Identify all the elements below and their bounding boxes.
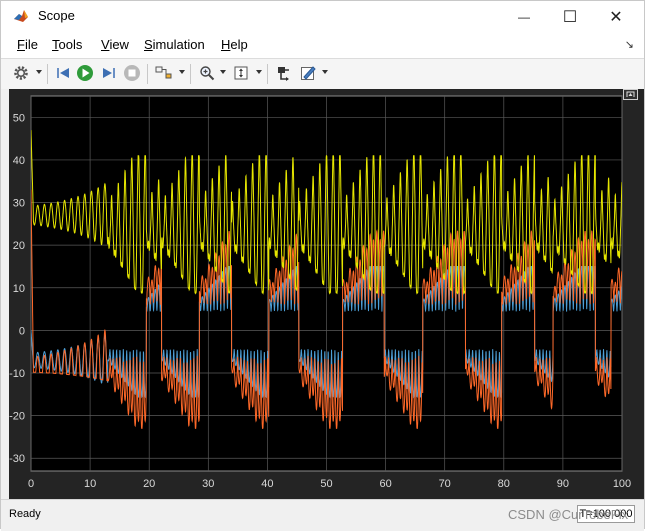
signal-select-icon — [155, 66, 172, 79]
menu-help[interactable]: Help — [221, 37, 248, 52]
x-tick-label: 50 — [320, 478, 332, 490]
scope-plot[interactable]: 0 10 20 30 40 50 60 70 80 90 100 -30 -20 -10 0 10 20 30 40… — [1, 89, 644, 499]
x-tick-label: 60 — [379, 478, 391, 490]
maximize-button[interactable]: ☐ — [547, 1, 593, 32]
menu-view[interactable]: View — [101, 37, 129, 52]
x-tick-label: 40 — [261, 478, 273, 490]
menu-tools[interactable]: Tools — [52, 37, 82, 52]
y-tick-label: -10 — [9, 368, 25, 380]
step-back-button[interactable] — [53, 63, 73, 83]
stop-icon — [124, 65, 140, 81]
menu-bar: File Tools View Simulation Help ↘ — [1, 32, 644, 58]
autoscale-dropdown-icon[interactable] — [256, 70, 262, 74]
signal-select-dropdown-icon[interactable] — [179, 70, 185, 74]
x-tick-label: 0 — [28, 478, 34, 490]
matlab-scope-icon — [14, 10, 28, 22]
close-button[interactable]: ✕ — [593, 1, 639, 32]
autoscale-button[interactable] — [231, 63, 251, 83]
y-tick-label: 20 — [13, 240, 25, 252]
toolbar-separator — [47, 64, 48, 84]
undock-plot-button[interactable] — [623, 89, 638, 100]
zoom-dropdown-icon[interactable] — [220, 70, 226, 74]
highlight-icon — [278, 67, 289, 81]
zoom-button[interactable] — [197, 63, 217, 83]
style-button[interactable] — [298, 63, 318, 83]
minimize-button[interactable]: — — [501, 1, 547, 32]
title-bar[interactable]: Scope — ☐ ✕ — [1, 1, 644, 32]
x-tick-label: 70 — [439, 478, 451, 490]
y-tick-label: 40 — [13, 155, 25, 167]
style-icon — [301, 66, 316, 80]
y-tick-label: -30 — [9, 453, 25, 465]
run-button[interactable] — [75, 63, 95, 83]
run-icon — [77, 65, 93, 81]
step-forward-button[interactable] — [99, 63, 119, 83]
y-tick-label: 0 — [19, 325, 25, 337]
settings-button[interactable] — [11, 63, 31, 83]
dock-arrow-icon[interactable]: ↘ — [625, 38, 634, 51]
x-tick-label: 80 — [498, 478, 510, 490]
x-tick-label: 20 — [143, 478, 155, 490]
y-tick-label: 30 — [13, 198, 25, 210]
style-dropdown-icon[interactable] — [322, 70, 328, 74]
x-tick-label: 100 — [613, 478, 631, 490]
y-tick-label: 50 — [13, 112, 25, 124]
step-forward-icon — [103, 68, 115, 78]
window-title: Scope — [38, 8, 75, 23]
toolbar — [1, 58, 644, 90]
y-tick-label: -20 — [9, 411, 25, 423]
x-tick-label: 10 — [84, 478, 96, 490]
menu-simulation[interactable]: Simulation — [144, 37, 205, 52]
scope-window: Scope — ☐ ✕ File Tools View Simulation H… — [0, 0, 645, 531]
watermark: CSDN @CurTobeFix — [508, 507, 629, 522]
toolbar-separator — [267, 64, 268, 84]
autoscale-icon — [234, 66, 248, 80]
step-back-icon — [57, 68, 69, 78]
x-tick-label: 30 — [202, 478, 214, 490]
minimize-icon: — — [518, 9, 530, 24]
toolbar-separator — [147, 64, 148, 84]
y-tick-label: 10 — [13, 283, 25, 295]
menu-file[interactable]: File — [17, 37, 38, 52]
zoom-icon — [200, 66, 215, 81]
maximize-icon: ☐ — [562, 8, 578, 26]
close-icon: ✕ — [609, 8, 623, 26]
toolbar-separator — [190, 64, 191, 84]
settings-dropdown-icon[interactable] — [36, 70, 42, 74]
gear-icon — [14, 66, 28, 80]
undock-icon — [626, 91, 635, 97]
x-tick-label: 90 — [557, 478, 569, 490]
status-text: Ready — [9, 508, 41, 520]
highlight-block-button[interactable] — [273, 63, 293, 83]
signal-select-button[interactable] — [154, 63, 174, 83]
stop-button[interactable] — [122, 63, 142, 83]
